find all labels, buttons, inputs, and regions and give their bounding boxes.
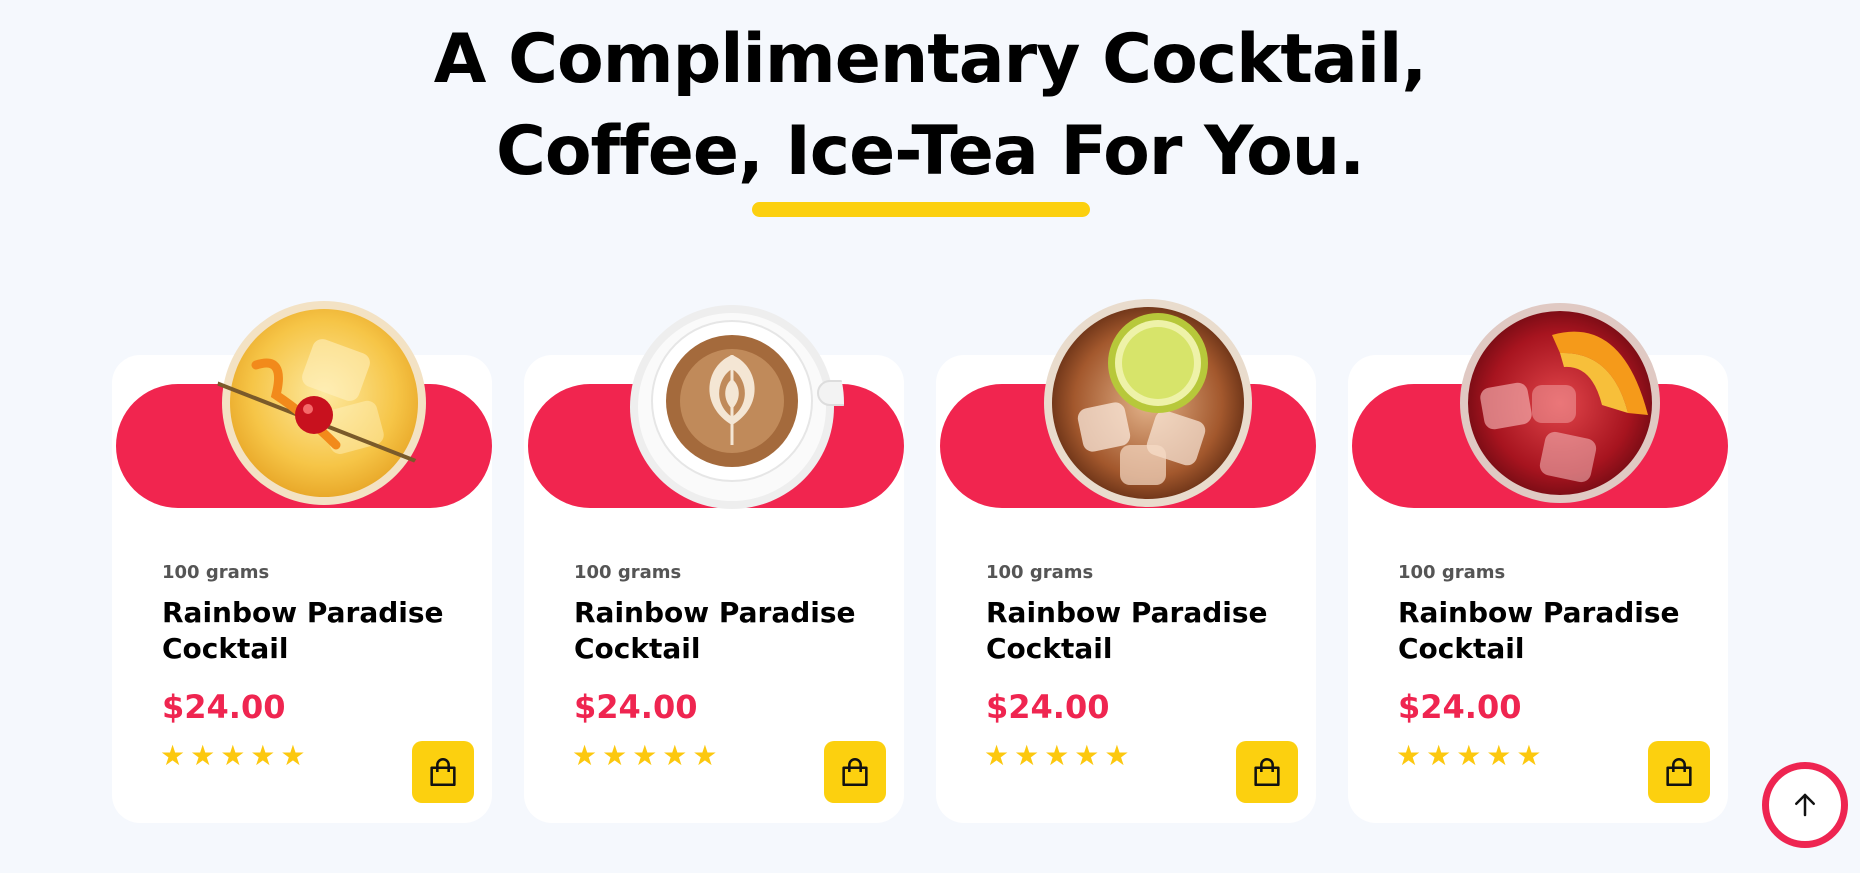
add-to-cart-button[interactable] [824,741,886,803]
heading-underline [752,202,1090,217]
product-title[interactable]: Rainbow Paradise Cocktail [574,595,874,667]
add-to-cart-button[interactable] [1648,741,1710,803]
add-to-cart-button[interactable] [412,741,474,803]
product-price: $24.00 [162,688,286,726]
rating-stars: ★★★★★ [1396,739,1547,772]
coffee-cup-icon [630,305,844,509]
product-title[interactable]: Rainbow Paradise Cocktail [1398,595,1698,667]
rating-stars: ★★★★★ [984,739,1135,772]
heading-line-1: A Complimentary Cocktail, [433,20,1427,99]
section-heading: A Complimentary Cocktail, Coffee, Ice-Te… [0,14,1860,198]
shopping-bag-icon [1666,758,1692,787]
arrow-up-icon [1795,793,1815,817]
cocktail-glass-icon [216,301,427,505]
product-card: 100 grams Rainbow Paradise Cocktail $24.… [524,305,904,823]
product-card: 100 grams Rainbow Paradise Cocktail $24.… [112,301,492,823]
product-card: 100 grams Rainbow Paradise Cocktail $24.… [1348,303,1728,823]
rating-stars: ★★★★★ [572,739,723,772]
product-title[interactable]: Rainbow Paradise Cocktail [162,595,462,667]
add-to-cart-button[interactable] [1236,741,1298,803]
shopping-bag-icon [1254,758,1280,787]
heading-line-2: Coffee, Ice-Tea For You. [495,112,1365,191]
shopping-bag-icon [842,758,868,787]
red-cocktail-orange-icon [1460,303,1660,503]
product-weight: 100 grams [986,562,1094,583]
product-price: $24.00 [574,688,698,726]
scroll-to-top-button[interactable] [1762,762,1848,848]
product-card: 100 grams Rainbow Paradise Cocktail $24.… [936,299,1316,823]
product-weight: 100 grams [574,562,682,583]
product-weight: 100 grams [1398,562,1506,583]
rating-stars: ★★★★★ [160,739,311,772]
product-price: $24.00 [986,688,1110,726]
ice-cola-glass-icon [1044,299,1252,507]
product-price: $24.00 [1398,688,1522,726]
product-title[interactable]: Rainbow Paradise Cocktail [986,595,1286,667]
shopping-bag-icon [430,758,456,787]
product-weight: 100 grams [162,562,270,583]
